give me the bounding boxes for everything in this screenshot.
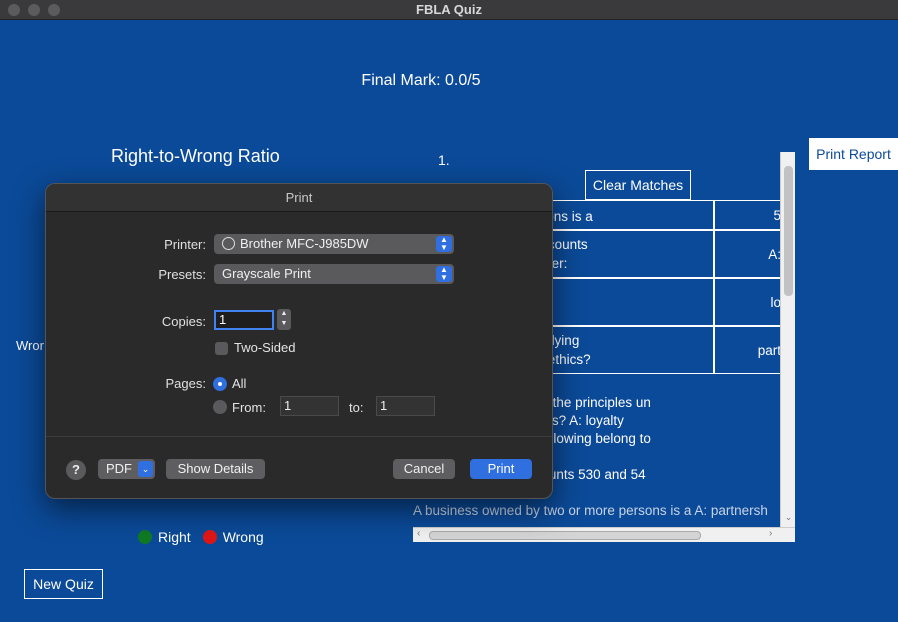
- question-number: 1.: [438, 152, 450, 168]
- legend-item-wrong: Wrong: [202, 529, 264, 545]
- print-report-button[interactable]: Print Report: [809, 138, 898, 170]
- printer-label: Printer:: [164, 237, 206, 252]
- horizontal-scrollbar[interactable]: ‹ ›: [413, 527, 795, 542]
- pages-label: Pages:: [165, 376, 206, 391]
- scroll-down-icon[interactable]: ⌄: [781, 512, 796, 523]
- from-label: From:: [232, 400, 266, 415]
- answer-cell: A:: [768, 246, 781, 262]
- cancel-button[interactable]: Cancel: [393, 459, 455, 479]
- pages-all-label: All: [232, 376, 247, 391]
- chart-legend: Right Wrong: [138, 529, 276, 545]
- new-quiz-button[interactable]: New Quiz: [24, 569, 103, 599]
- answer-cell: lo: [770, 294, 781, 310]
- answer-cell: 5: [773, 207, 781, 223]
- help-button[interactable]: ?: [66, 460, 86, 480]
- presets-value: Grayscale Print: [222, 266, 311, 281]
- show-details-button[interactable]: Show Details: [166, 459, 265, 479]
- ratio-chart-title: Right-to-Wrong Ratio: [111, 146, 280, 166]
- print-button[interactable]: Print: [470, 459, 532, 479]
- chevron-down-icon: ⌄: [138, 461, 153, 477]
- answer-cell: part: [757, 342, 781, 358]
- to-label: to:: [349, 400, 364, 415]
- legend-item-right: Right: [138, 529, 191, 545]
- right-color-swatch: [138, 530, 152, 544]
- window-title: FBLA Quiz: [416, 2, 482, 17]
- printer-value: Brother MFC-J985DW: [240, 236, 369, 251]
- legend-wrong-label: Wrong: [222, 529, 264, 545]
- horizontal-scroll-thumb[interactable]: [429, 531, 701, 540]
- vertical-scrollbar[interactable]: ⌄: [780, 152, 795, 534]
- dialog-separator: [46, 436, 552, 437]
- legend-right-label: Right: [158, 529, 191, 545]
- vertical-scroll-thumb[interactable]: [784, 166, 793, 296]
- pages-all-radio[interactable]: [213, 377, 227, 391]
- pdf-menu-button[interactable]: PDF ⌄: [98, 459, 155, 479]
- presets-label: Presets:: [158, 267, 206, 282]
- chevron-updown-icon: ▲ ▼: [436, 236, 452, 252]
- chevron-updown-icon: ▲ ▼: [436, 266, 452, 282]
- printer-select[interactable]: Brother MFC-J985DW ▲ ▼: [214, 234, 454, 254]
- presets-select[interactable]: Grayscale Print ▲ ▼: [214, 264, 454, 284]
- pie-wrong-label: Wror: [16, 338, 44, 353]
- clear-matches-button[interactable]: Clear Matches: [585, 170, 691, 200]
- two-sided-label: Two-Sided: [234, 340, 296, 355]
- printer-icon: [222, 237, 235, 250]
- to-page-field[interactable]: 1: [376, 396, 435, 416]
- scroll-left-icon[interactable]: ‹: [417, 528, 420, 539]
- pages-range-radio[interactable]: [213, 400, 227, 414]
- two-sided-checkbox[interactable]: [215, 342, 228, 355]
- print-dialog-title: Print: [46, 184, 552, 212]
- copies-label: Copies:: [161, 314, 206, 329]
- report-line: A business owned by two or more persons …: [413, 503, 768, 518]
- scroll-right-icon[interactable]: ›: [769, 528, 772, 539]
- pdf-label: PDF: [106, 461, 132, 476]
- window-titlebar: FBLA Quiz: [0, 0, 898, 20]
- from-page-field[interactable]: 1: [280, 396, 339, 416]
- wrong-color-swatch: [202, 530, 217, 544]
- copies-input[interactable]: 1: [214, 310, 274, 330]
- print-dialog: Print Printer: Brother MFC-J985DW ▲ ▼ Pre…: [45, 183, 553, 499]
- final-mark-label: Final Mark: 0.0/5: [361, 72, 481, 89]
- copies-stepper[interactable]: ▲ ▼: [277, 309, 291, 330]
